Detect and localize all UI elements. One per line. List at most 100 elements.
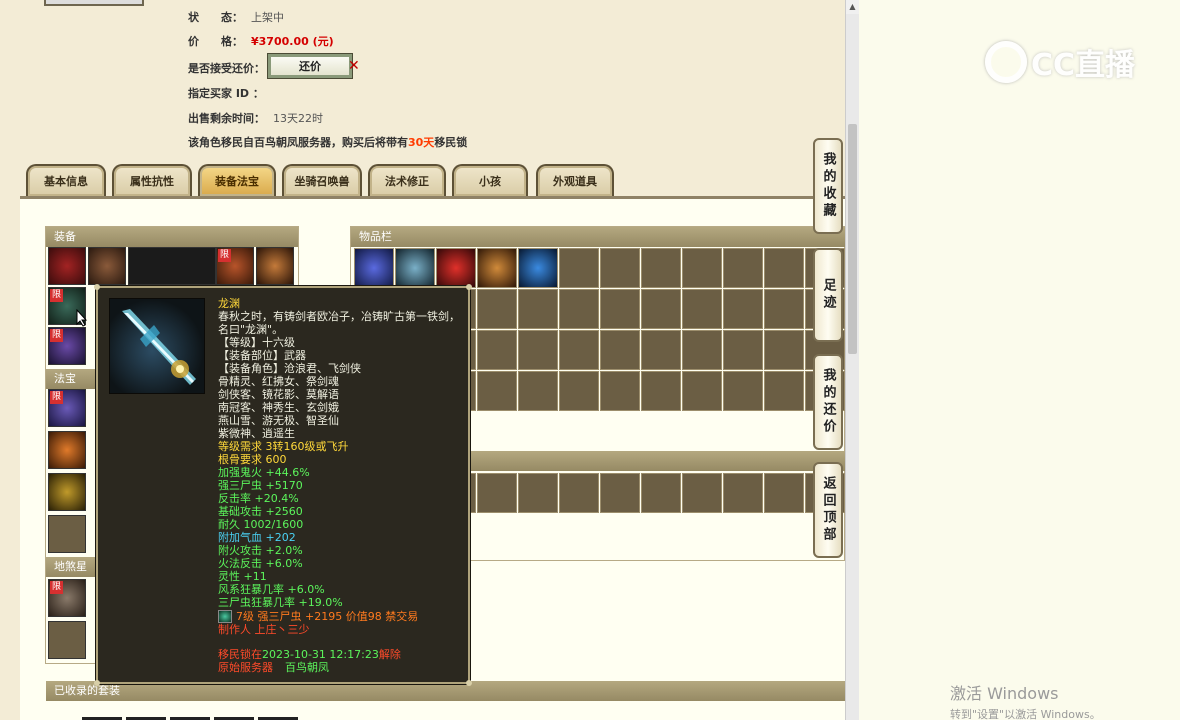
page-scrollbar[interactable]: ▲: [845, 0, 859, 720]
inventory-slot[interactable]: [518, 473, 558, 513]
mouse-cursor-icon: [76, 308, 88, 330]
inventory-slot[interactable]: [518, 371, 558, 411]
tab-mounts-summons[interactable]: 坐骑召唤兽: [282, 164, 362, 196]
migrate-lock-line: 移民锁在2023-10-31 12:17:23解除: [218, 648, 466, 661]
equipment-panel-title: 装备: [46, 227, 298, 247]
inventory-slot[interactable]: [518, 330, 558, 370]
item-stat-line: 南冠客、神秀生、玄剑娥: [218, 401, 339, 414]
close-icon: ✕: [348, 58, 360, 74]
migrate-lock-suffix: 解除: [378, 648, 401, 661]
inventory-slot[interactable]: [764, 371, 804, 411]
inventory-slot[interactable]: [559, 330, 599, 370]
inventory-slot[interactable]: [764, 248, 804, 288]
status-row: 状 态： 上架中: [188, 9, 284, 25]
item-stat-line: 风系狂暴几率 +6.0%: [218, 583, 325, 596]
inventory-slot[interactable]: [477, 248, 517, 288]
history-button[interactable]: 足迹: [813, 248, 843, 342]
inventory-slot[interactable]: [641, 330, 681, 370]
tab-child[interactable]: 小孩: [452, 164, 528, 196]
limited-badge: 限: [218, 249, 231, 262]
tab-spell-correction[interactable]: 法术修正: [368, 164, 446, 196]
item-stat-line: 附加气血 +202: [218, 531, 296, 544]
inventory-slot[interactable]: [395, 248, 435, 288]
inventory-slot[interactable]: [477, 473, 517, 513]
item-stat-line: 骨精灵、红拂女、祭剑魂: [218, 375, 339, 388]
inventory-slot[interactable]: [518, 248, 558, 288]
sword-image: [109, 298, 205, 394]
inventory-slot[interactable]: [477, 289, 517, 329]
back-to-top-button[interactable]: 返回顶部: [813, 462, 843, 558]
inventory-slot[interactable]: [723, 289, 763, 329]
inventory-slot[interactable]: [600, 473, 640, 513]
tooltip-corner: [466, 284, 472, 290]
tab-basic-info[interactable]: 基本信息: [26, 164, 106, 196]
shoes-slot[interactable]: 限: [48, 327, 86, 365]
counter-offer-button[interactable]: 还价: [267, 53, 353, 79]
necklace-slot[interactable]: [256, 247, 294, 285]
tab-attributes[interactable]: 属性抗性: [112, 164, 192, 196]
treasure-slot[interactable]: 限: [48, 389, 86, 427]
price-value: ¥3700.00 (元): [251, 35, 334, 48]
inventory-slot[interactable]: [682, 248, 722, 288]
tooltip-corner: [94, 284, 100, 290]
inventory-slot[interactable]: [641, 289, 681, 329]
character-preview: [128, 247, 216, 285]
treasure-slot[interactable]: [48, 515, 86, 553]
inventory-slot[interactable]: [477, 330, 517, 370]
scroll-thumb[interactable]: [848, 124, 857, 354]
inventory-slot[interactable]: [559, 248, 599, 288]
inventory-slot[interactable]: [641, 371, 681, 411]
item-stat-line: 根骨要求 600: [218, 453, 287, 466]
remaining-value: 13天22时: [273, 112, 323, 125]
inventory-slot[interactable]: [354, 248, 394, 288]
item-stat-line: 加强鬼火 +44.6%: [218, 466, 310, 479]
tooltip-corner: [466, 680, 472, 686]
earth-treasure-slot[interactable]: [48, 621, 86, 659]
item-tooltip: 龙渊 春秋之时，有铸剑者欧冶子，冶铸旷古第一铁剑，名曰"龙渊"。 【等级】十六级…: [94, 284, 472, 686]
earth-treasure-slot[interactable]: 限: [48, 579, 86, 617]
armor-slot[interactable]: [48, 247, 86, 285]
inventory-slot[interactable]: [518, 289, 558, 329]
inventory-slot[interactable]: [600, 289, 640, 329]
collected-sets-title: 已收录的套装: [46, 681, 845, 701]
treasure-slot[interactable]: [48, 431, 86, 469]
inventory-slot[interactable]: [600, 330, 640, 370]
inventory-slot[interactable]: [682, 371, 722, 411]
accept-counter-row: 是否接受还价：: [188, 60, 265, 76]
inventory-slot[interactable]: [682, 330, 722, 370]
inventory-slot[interactable]: [600, 248, 640, 288]
inventory-slot[interactable]: [764, 473, 804, 513]
my-favorites-button[interactable]: 我的收藏: [813, 138, 843, 234]
inventory-slot[interactable]: [682, 289, 722, 329]
item-stat-line: 三尸虫狂暴几率 +19.0%: [218, 596, 343, 609]
belt-slot[interactable]: 限: [216, 247, 254, 285]
gem-text: 7级 强三尸虫 +2195 价值98 禁交易: [236, 610, 419, 623]
item-stat-line: 火法反击 +6.0%: [218, 557, 303, 570]
trade-page: 状 态： 上架中 价 格： ¥3700.00 (元) 是否接受还价： 还价 ✕ 指定…: [0, 0, 845, 720]
helmet-slot[interactable]: [88, 247, 126, 285]
tab-appearance[interactable]: 外观道具: [536, 164, 614, 196]
inventory-slot[interactable]: [764, 330, 804, 370]
limited-badge: 限: [50, 581, 63, 594]
inventory-slot[interactable]: [682, 473, 722, 513]
inventory-slot[interactable]: [559, 289, 599, 329]
tab-equipment[interactable]: 装备法宝: [198, 164, 276, 196]
inventory-slot[interactable]: [723, 248, 763, 288]
inventory-slot[interactable]: [641, 473, 681, 513]
inventory-slot[interactable]: [641, 248, 681, 288]
inventory-slot[interactable]: [723, 330, 763, 370]
inventory-slot[interactable]: [600, 371, 640, 411]
price-label: 价 格：: [188, 35, 243, 48]
item-stat-line: 耐久 1002/1600: [218, 518, 304, 531]
my-counter-offers-button[interactable]: 我的还价: [813, 354, 843, 450]
treasure-slot[interactable]: [48, 473, 86, 511]
scroll-up-arrow-icon[interactable]: ▲: [846, 0, 859, 14]
inventory-slot[interactable]: [559, 371, 599, 411]
inventory-slot[interactable]: [477, 371, 517, 411]
inventory-slot[interactable]: [764, 289, 804, 329]
inventory-slot[interactable]: [723, 371, 763, 411]
activate-subtitle: 转到"设置"以激活 Windows。: [950, 708, 1101, 720]
inventory-slot[interactable]: [436, 248, 476, 288]
inventory-slot[interactable]: [723, 473, 763, 513]
inventory-slot[interactable]: [559, 473, 599, 513]
